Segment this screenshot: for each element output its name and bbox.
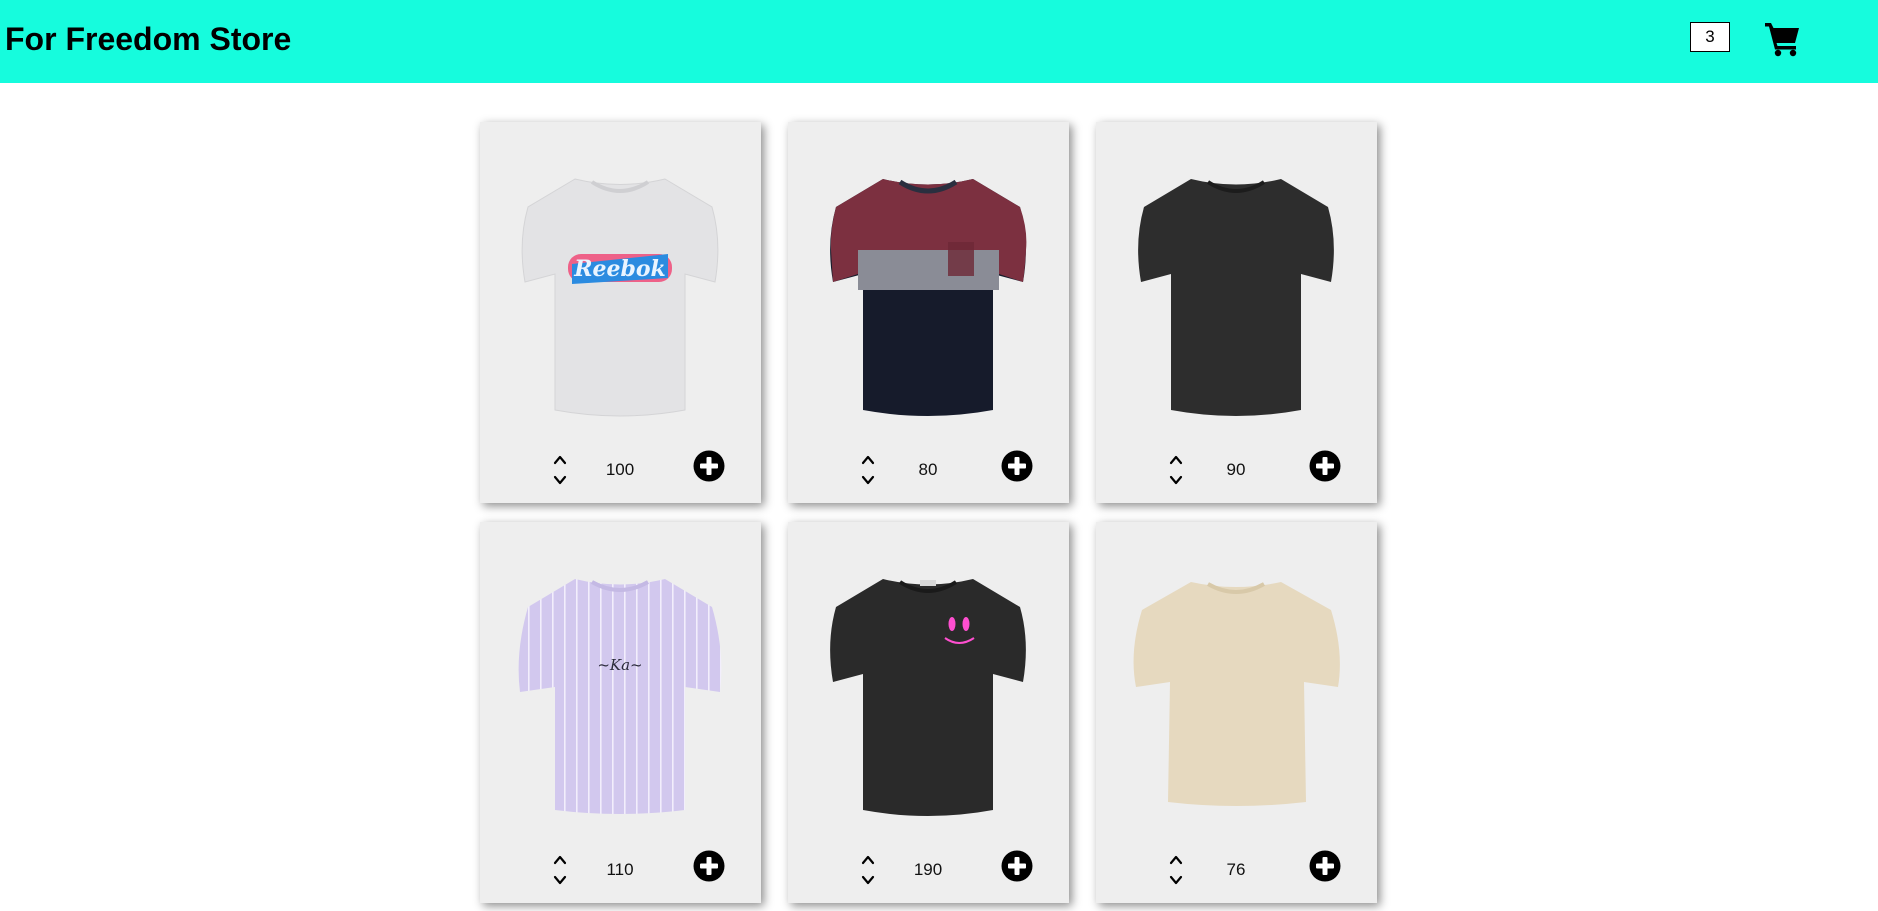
svg-text:Reebok: Reebok xyxy=(573,256,666,282)
product-image[interactable] xyxy=(1096,142,1377,442)
chevron-up-down-icon[interactable] xyxy=(860,853,876,887)
product-image[interactable] xyxy=(788,542,1069,842)
tshirt-lilac-striped-image: ~Ka~ xyxy=(518,579,722,814)
product-card: 90 xyxy=(1096,122,1377,503)
chevron-up-down-icon[interactable] xyxy=(552,453,568,487)
add-to-cart-button[interactable] xyxy=(1309,450,1341,482)
product-card: 190 xyxy=(788,522,1069,903)
tshirt-beige-image xyxy=(1133,582,1340,806)
plus-circle-icon xyxy=(1001,850,1033,882)
product-controls: 90 xyxy=(1096,441,1377,503)
chevron-up-down-icon[interactable] xyxy=(860,453,876,487)
svg-text:~Ka~: ~Ka~ xyxy=(597,656,642,674)
add-to-cart-button[interactable] xyxy=(693,450,725,482)
chevron-up-down-icon[interactable] xyxy=(552,853,568,887)
product-card: Reebok 100 xyxy=(480,122,761,503)
plus-circle-icon xyxy=(1001,450,1033,482)
product-price: 100 xyxy=(605,460,635,479)
product-controls: 100 xyxy=(480,441,761,503)
tshirt-reebok-grey-image: Reebok xyxy=(521,178,719,417)
tshirt-black-image xyxy=(1138,179,1334,416)
store-title: For Freedom Store xyxy=(5,21,292,57)
product-controls: 80 xyxy=(788,441,1069,503)
product-grid: Reebok 100 80 90 ~Ka~ 110 190 76 xyxy=(480,122,1377,903)
product-price: 90 xyxy=(1226,460,1246,479)
product-price: 110 xyxy=(606,860,634,879)
product-card: ~Ka~ 110 xyxy=(480,522,761,903)
product-image[interactable] xyxy=(788,142,1069,442)
add-to-cart-button[interactable] xyxy=(1001,850,1033,882)
plus-circle-icon xyxy=(693,850,725,882)
store-header: For Freedom Store 3 xyxy=(0,0,1878,83)
add-to-cart-button[interactable] xyxy=(1001,450,1033,482)
product-image[interactable]: Reebok xyxy=(480,142,761,442)
plus-circle-icon xyxy=(1309,450,1341,482)
tshirt-colorblock-image xyxy=(830,179,1027,416)
cart-count-badge: 3 xyxy=(1690,22,1730,52)
chevron-up-down-icon[interactable] xyxy=(1168,853,1184,887)
add-to-cart-button[interactable] xyxy=(693,850,725,882)
plus-circle-icon xyxy=(693,450,725,482)
tshirt-black-smiley-image xyxy=(830,579,1026,816)
product-image[interactable]: ~Ka~ xyxy=(480,542,761,842)
shopping-cart-icon[interactable] xyxy=(1764,19,1802,57)
product-price: 80 xyxy=(918,460,938,479)
product-price: 76 xyxy=(1226,860,1246,879)
product-card: 80 xyxy=(788,122,1069,503)
chevron-up-down-icon[interactable] xyxy=(1168,453,1184,487)
add-to-cart-button[interactable] xyxy=(1309,850,1341,882)
product-card: 76 xyxy=(1096,522,1377,903)
product-image[interactable] xyxy=(1096,542,1377,842)
plus-circle-icon xyxy=(1309,850,1341,882)
product-controls: 190 xyxy=(788,841,1069,903)
product-controls: 76 xyxy=(1096,841,1377,903)
product-price: 190 xyxy=(913,860,943,879)
product-controls: 110 xyxy=(480,841,761,903)
